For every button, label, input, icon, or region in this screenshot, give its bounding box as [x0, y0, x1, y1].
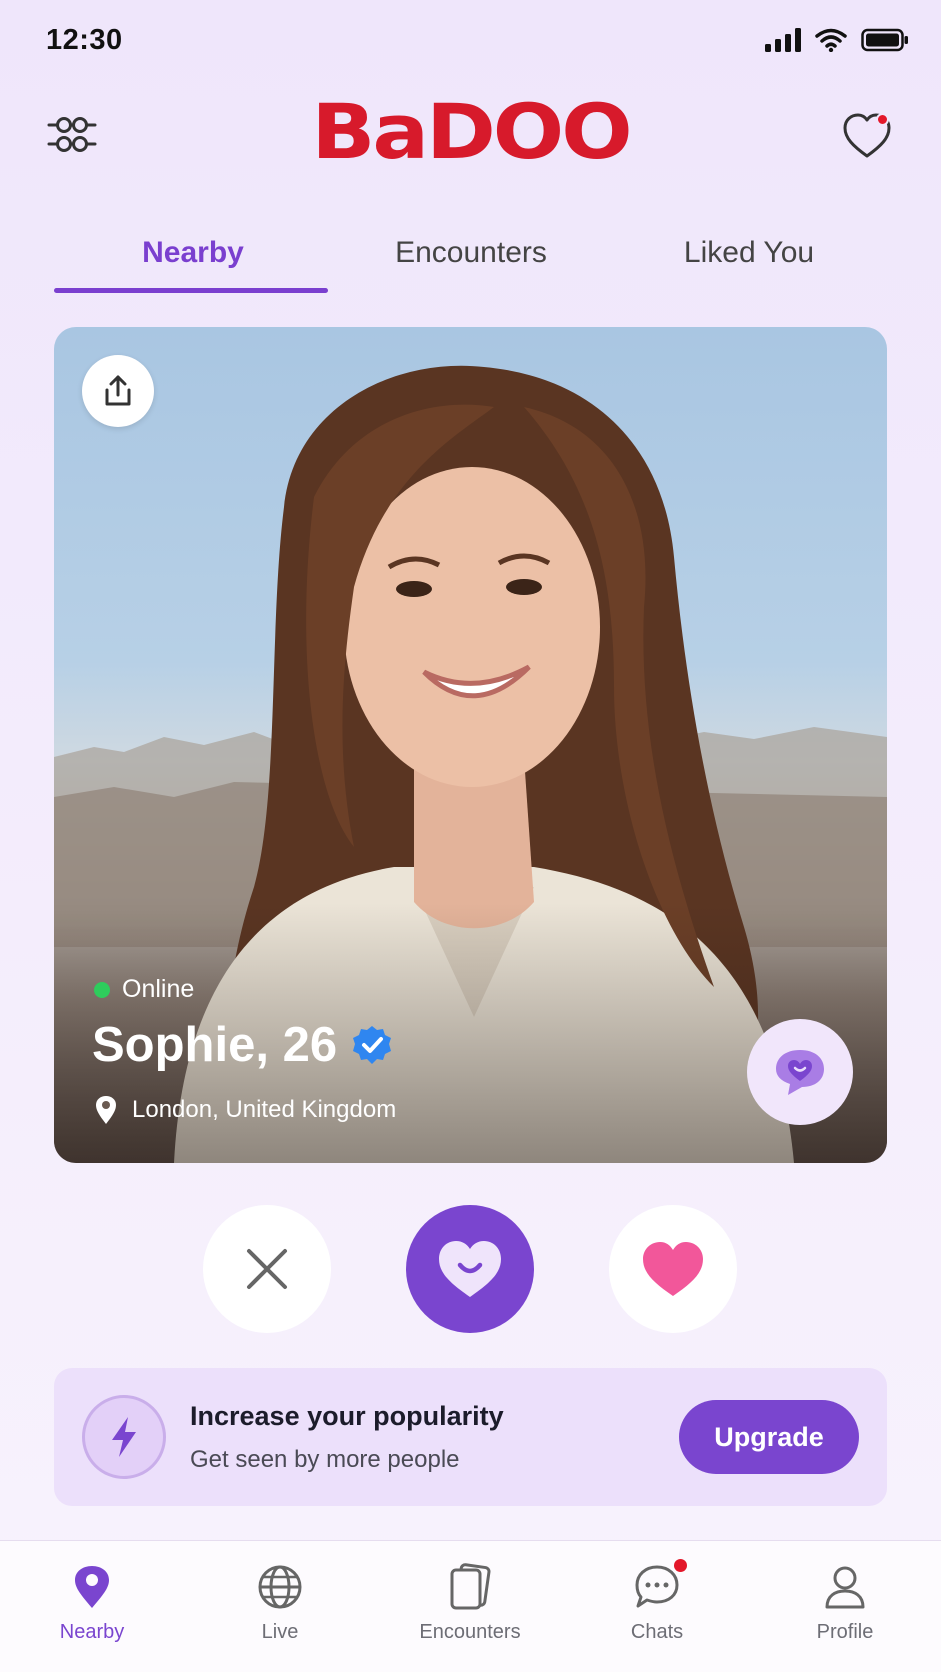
likes-button[interactable]: [837, 106, 897, 166]
online-label: Online: [122, 975, 195, 1003]
nav-item-nearby[interactable]: Nearby: [22, 1563, 162, 1644]
share-icon: [105, 375, 131, 406]
online-status: Online: [94, 975, 194, 1004]
nav-label: Nearby: [59, 1621, 125, 1643]
pass-button[interactable]: [203, 1205, 331, 1333]
tab-liked-you[interactable]: Liked You: [610, 236, 888, 270]
nav-item-live[interactable]: Live: [210, 1563, 350, 1644]
smile-heart-icon: [439, 1241, 501, 1297]
promo-banner: Increase your popularity Get seen by mor…: [54, 1368, 887, 1506]
location-pin-icon: [96, 1096, 116, 1124]
location-label: London, United Kingdom: [132, 1096, 397, 1123]
location-pin-icon: [68, 1563, 116, 1611]
cellular-signal-icon: [765, 28, 801, 52]
chat-heart-icon: [776, 1050, 824, 1095]
profile-location: London, United Kingdom: [94, 1095, 396, 1125]
share-button[interactable]: [82, 355, 154, 427]
like-button[interactable]: [609, 1205, 737, 1333]
status-time: 12:30: [46, 24, 123, 56]
smile-button[interactable]: [406, 1205, 534, 1333]
wifi-icon: [815, 28, 847, 52]
heart-icon: [643, 1242, 703, 1296]
battery-icon: [861, 28, 908, 52]
brand-logo: BaDOO: [311, 87, 632, 177]
swipe-actions: [0, 1205, 941, 1333]
upgrade-button[interactable]: Upgrade: [679, 1400, 859, 1474]
promo-subtitle: Get seen by more people: [190, 1446, 460, 1473]
bottom-nav: Nearby Live Encounters Chats Profile: [0, 1540, 941, 1672]
tab-encounters[interactable]: Encounters: [332, 236, 610, 270]
nav-item-chats[interactable]: Chats: [587, 1559, 727, 1644]
person-icon: [821, 1563, 869, 1611]
nav-label: Chats: [630, 1621, 684, 1643]
nav-label: Live: [261, 1621, 299, 1643]
notification-dot: [876, 113, 889, 126]
chats-badge: [674, 1559, 687, 1572]
close-icon: [247, 1249, 287, 1289]
online-dot: [94, 981, 110, 998]
profile-name-age: Sophie, 26: [92, 1018, 338, 1072]
message-button[interactable]: [747, 1019, 853, 1125]
top-tabs: Nearby Encounters Liked You: [54, 226, 888, 296]
nav-item-encounters[interactable]: Encounters: [400, 1563, 540, 1644]
lightning-badge: [82, 1395, 166, 1479]
chat-bubble-icon: [633, 1559, 687, 1611]
verified-badge-icon: [353, 1026, 392, 1064]
app-header: BaDOO: [0, 86, 941, 206]
active-tab-indicator: [54, 288, 328, 293]
nav-label: Encounters: [419, 1621, 521, 1643]
cards-icon: [446, 1563, 494, 1611]
status-icons: [765, 28, 909, 52]
status-bar: 12:30: [0, 0, 941, 86]
promo-title: Increase your popularity: [190, 1401, 504, 1431]
lightning-icon: [112, 1417, 136, 1457]
nav-item-profile[interactable]: Profile: [775, 1563, 915, 1644]
profile-name-line: Sophie, 26: [92, 1017, 393, 1073]
profile-card[interactable]: Online Sophie, 26 London, United Kingdom: [54, 327, 887, 1163]
nav-label: Profile: [816, 1621, 874, 1643]
globe-icon: [256, 1563, 304, 1611]
tab-nearby[interactable]: Nearby: [54, 236, 332, 270]
